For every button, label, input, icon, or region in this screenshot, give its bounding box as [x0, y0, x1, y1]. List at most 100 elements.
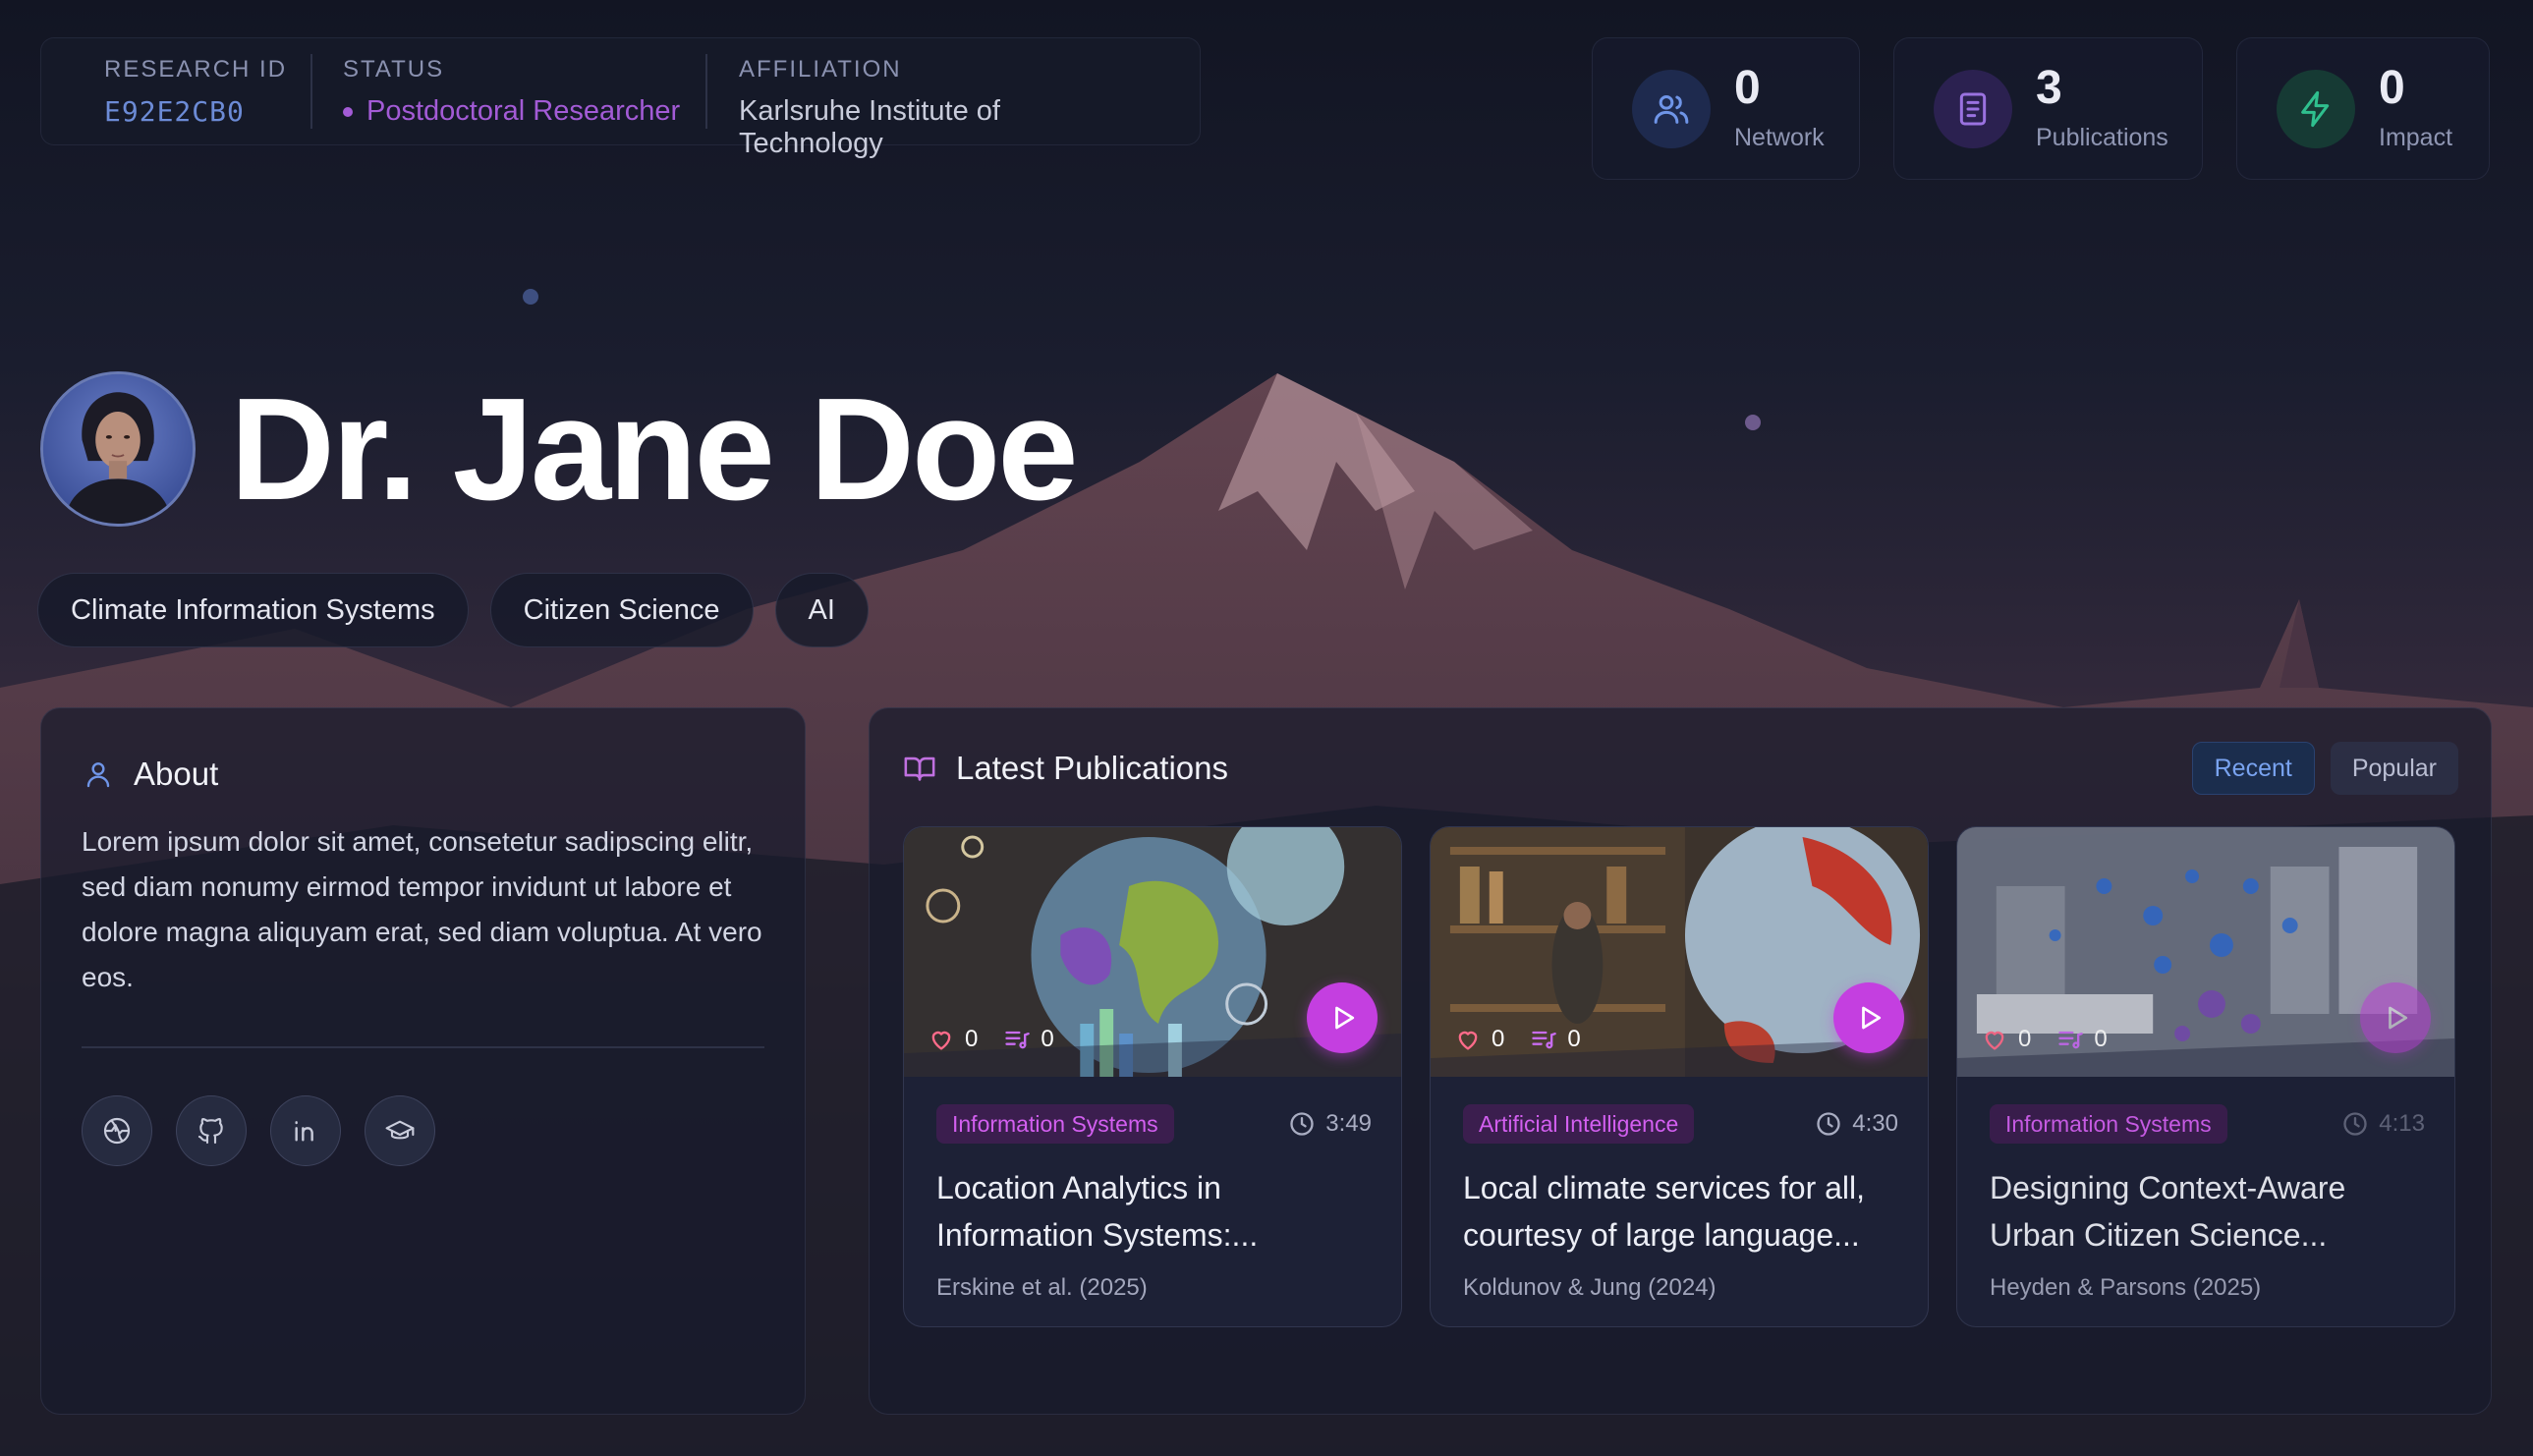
publication-title[interactable]: Local climate services for all, courtesy… — [1463, 1164, 1898, 1259]
category-badge[interactable]: Artificial Intelligence — [1463, 1104, 1695, 1144]
status-dot-icon — [343, 106, 353, 117]
status-label: STATUS — [343, 56, 445, 83]
publications-label: Publications — [2036, 124, 2168, 151]
category-badge[interactable]: Information Systems — [1990, 1104, 2227, 1144]
profile-info-bar: RESEARCH ID E92E2CB0 STATUS Postdoctoral… — [40, 37, 1201, 159]
linkedin-link[interactable] — [270, 1095, 341, 1166]
publications-stat-card[interactable]: 3 Publications — [1893, 37, 2203, 180]
affiliation-value: Karlsruhe Institute of Technology — [739, 95, 1000, 159]
research-id-cell: RESEARCH ID E92E2CB0 — [41, 38, 310, 144]
category-badge[interactable]: Information Systems — [936, 1104, 1174, 1144]
affiliation-cell: AFFILIATION Karlsruhe Institute of Techn… — [705, 38, 1138, 159]
duration-text: 4:30 — [1852, 1110, 1898, 1137]
user-icon — [86, 762, 110, 788]
affiliation-label: AFFILIATION — [739, 56, 902, 83]
play-button[interactable] — [1833, 982, 1904, 1053]
heart-icon — [1458, 1031, 1478, 1050]
playlist-icon — [2058, 1031, 2084, 1049]
research-tags: Climate Information Systems Citizen Scie… — [37, 573, 869, 647]
scholar-icon — [385, 1120, 415, 1140]
duration: 4:30 — [1815, 1110, 1898, 1138]
about-panel: About Lorem ipsum dolor sit amet, conset… — [40, 707, 806, 1415]
publication-card[interactable]: 0 0 Artificial Intelligence 4:30 Local c… — [1430, 826, 1929, 1327]
research-id-label: RESEARCH ID — [104, 56, 288, 83]
impact-count: 0 — [2379, 62, 2405, 114]
duration: 4:13 — [2341, 1110, 2425, 1138]
research-id-value: E92E2CB0 — [104, 95, 245, 128]
book-icon — [1934, 69, 2012, 148]
users-icon — [1632, 69, 1711, 148]
publication-card[interactable]: 0 0 Information Systems 3:49 Location An… — [903, 826, 1402, 1327]
clock-icon — [2343, 1112, 2367, 1136]
publication-thumbnail: 0 0 — [904, 827, 1401, 1077]
clock-icon — [1817, 1112, 1840, 1136]
publication-thumbnail: 0 0 — [1957, 827, 2454, 1077]
impact-label: Impact — [2379, 124, 2453, 151]
duration: 3:49 — [1288, 1110, 1372, 1138]
tag-citizen-science[interactable]: Citizen Science — [489, 573, 754, 647]
publication-authors: Heyden & Parsons (2025) — [1990, 1274, 2262, 1301]
heart-icon — [931, 1031, 951, 1050]
like-stat[interactable]: 0 — [928, 1026, 978, 1053]
tag-ai[interactable]: AI — [774, 573, 869, 647]
play-icon — [2389, 1006, 2408, 1030]
impact-stat-card[interactable]: 0 Impact — [2236, 37, 2490, 180]
publication-authors: Erskine et al. (2025) — [936, 1274, 1148, 1301]
social-links — [82, 1095, 435, 1166]
sort-popular-button[interactable]: Popular — [2330, 742, 2458, 795]
publications-title: Latest Publications — [956, 750, 1229, 786]
publication-sort: Recent Popular — [2191, 742, 2458, 795]
engagement-stats: 0 0 — [1454, 1026, 1581, 1053]
playlist-icon — [1005, 1031, 1031, 1049]
playlist-stat[interactable]: 0 — [2056, 1026, 2108, 1053]
status-text: Postdoctoral Researcher — [366, 95, 681, 127]
duration-text: 4:13 — [2379, 1110, 2425, 1137]
publications-count: 3 — [2036, 62, 2062, 114]
about-text: Lorem ipsum dolor sit amet, consetetur s… — [82, 826, 762, 992]
publication-title[interactable]: Designing Context-Aware Urban Citizen Sc… — [1990, 1164, 2425, 1259]
publication-card[interactable]: 0 0 Information Systems 4:13 Designing C… — [1956, 826, 2455, 1327]
play-button[interactable] — [1307, 982, 1378, 1053]
like-stat[interactable]: 0 — [1981, 1026, 2031, 1053]
network-label: Network — [1734, 124, 1825, 151]
scholar-link[interactable] — [365, 1095, 435, 1166]
publication-thumbnail: 0 0 — [1431, 827, 1928, 1077]
duration-text: 3:49 — [1325, 1110, 1372, 1137]
github-link[interactable] — [176, 1095, 247, 1166]
sort-recent-button[interactable]: Recent — [2191, 742, 2315, 795]
playlist-stat[interactable]: 0 — [1530, 1026, 1581, 1053]
playlist-icon — [1532, 1031, 1557, 1049]
playlist-count: 0 — [1567, 1026, 1581, 1052]
website-icon — [103, 1117, 131, 1145]
profile-name: Dr. Jane Doe — [230, 368, 1079, 531]
play-icon — [1335, 1006, 1355, 1030]
like-count: 0 — [965, 1026, 979, 1052]
play-icon — [1862, 1006, 1882, 1030]
website-link[interactable] — [82, 1095, 152, 1166]
playlist-count: 0 — [1041, 1026, 1054, 1052]
about-divider — [82, 1046, 764, 1048]
publication-title[interactable]: Location Analytics in Information System… — [936, 1164, 1372, 1259]
about-title: About — [134, 756, 219, 792]
avatar — [40, 371, 196, 527]
tag-climate-information-systems[interactable]: Climate Information Systems — [37, 573, 469, 647]
engagement-stats: 0 0 — [1981, 1026, 2108, 1053]
publication-cards: 0 0 Information Systems 3:49 Location An… — [903, 826, 2455, 1327]
clock-icon — [1290, 1112, 1314, 1136]
open-book-icon — [904, 756, 935, 781]
publications-panel: Latest Publications Recent Popular 0 0 I… — [869, 707, 2492, 1415]
status-value: Postdoctoral Researcher — [343, 95, 705, 128]
play-button[interactable] — [2360, 982, 2431, 1053]
heart-icon — [1985, 1031, 2004, 1050]
network-count: 0 — [1734, 62, 1761, 114]
github-icon — [197, 1118, 223, 1145]
playlist-count: 0 — [2094, 1026, 2108, 1052]
network-stat-card[interactable]: 0 Network — [1592, 37, 1860, 180]
linkedin-icon — [295, 1121, 313, 1142]
playlist-stat[interactable]: 0 — [1003, 1026, 1054, 1053]
engagement-stats: 0 0 — [928, 1026, 1054, 1053]
status-cell: STATUS Postdoctoral Researcher — [310, 38, 705, 144]
lightning-icon — [2277, 69, 2355, 148]
like-stat[interactable]: 0 — [1454, 1026, 1504, 1053]
publication-authors: Koldunov & Jung (2024) — [1463, 1274, 1717, 1301]
